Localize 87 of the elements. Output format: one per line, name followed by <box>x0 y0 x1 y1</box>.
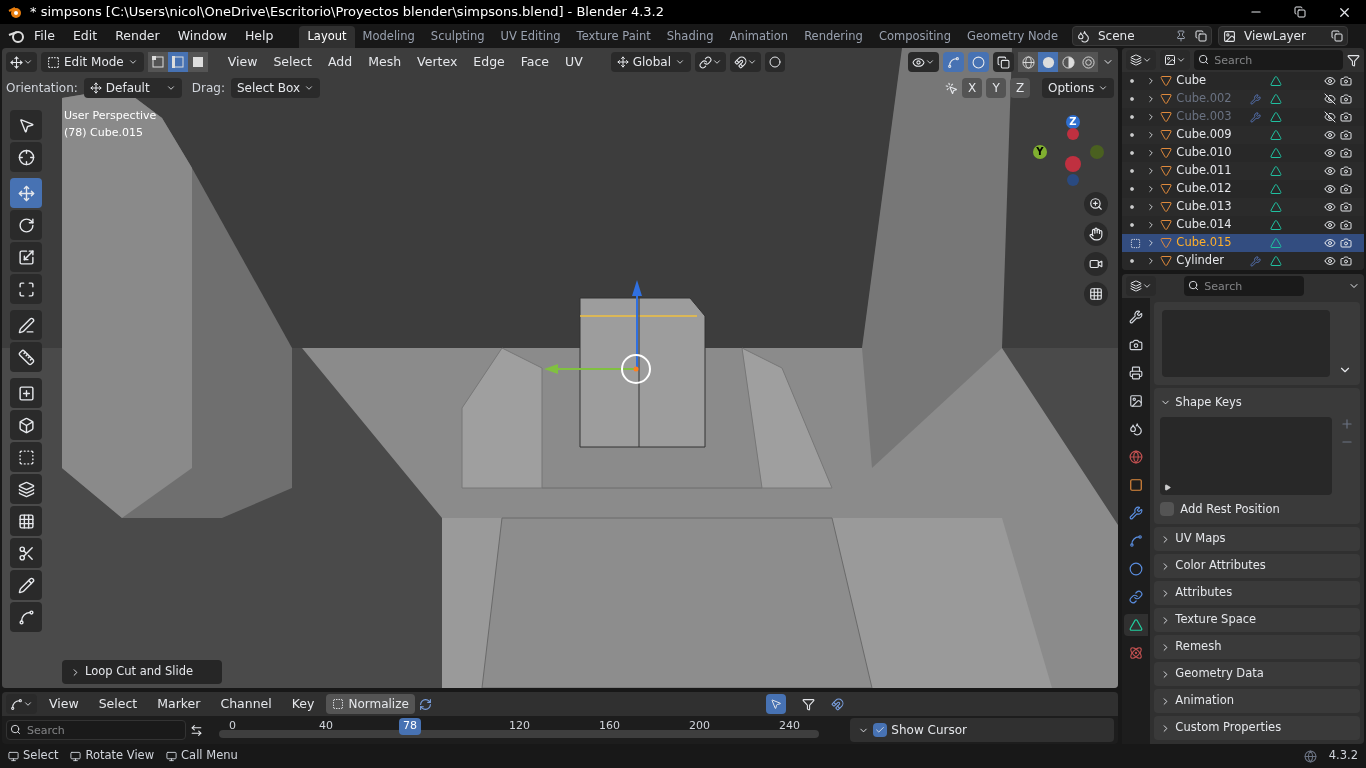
menu-item[interactable]: Edit <box>64 26 106 46</box>
object-name: Cube.011 <box>1176 162 1233 180</box>
menu-item[interactable]: File <box>26 26 63 46</box>
orientation-dropdown[interactable]: Global <box>610 52 691 72</box>
status-hint: Select <box>23 747 59 765</box>
current-frame-marker[interactable]: 78 <box>399 718 421 735</box>
scene-name: Scene <box>1097 28 1136 45</box>
workspace-tab[interactable]: Texture Paint <box>568 26 659 48</box>
status-hint: Call Menu <box>181 747 238 765</box>
panel-header[interactable]: Color Attributes <box>1154 554 1360 578</box>
frame-number: 160 <box>599 718 620 734</box>
object-name: Cube <box>1176 72 1208 90</box>
3d-viewport[interactable]: Edit Mode View Select Add Mesh Vertex Edge Face UV Global Orientation: Default Drag: Select Box X Y Z Options User Perspective (78) Cube.015 Z Y Loop Cut and Slide <box>2 48 1119 688</box>
menu-item[interactable]: Mesh <box>360 52 410 72</box>
search-field[interactable]: Search <box>1184 276 1305 296</box>
object-name: Cube.002 <box>1176 90 1233 108</box>
status-hint: Rotate View <box>85 747 155 765</box>
workspace-tab[interactable]: Animation <box>721 26 797 48</box>
viewport-info-text: User Perspective <box>64 108 157 124</box>
panel-header[interactable]: Animation <box>1154 689 1360 713</box>
workspace-tab[interactable]: Compositing <box>870 26 959 48</box>
workspace-tab[interactable]: UV Editing <box>492 26 569 48</box>
drag-dropdown[interactable]: Select Box <box>231 78 321 98</box>
workspace-tab[interactable]: Modeling <box>354 26 423 48</box>
panel-header[interactable]: Texture Space <box>1154 608 1360 632</box>
menu-item[interactable]: Vertex <box>409 52 466 72</box>
frame-number: 120 <box>509 718 530 734</box>
scene-selector[interactable]: Scene <box>1072 26 1212 46</box>
axis-toggle[interactable]: Y <box>986 78 1007 98</box>
options-dropdown[interactable]: Options <box>1042 78 1115 98</box>
frame-number: 200 <box>689 718 710 734</box>
menu-item[interactable]: Help <box>236 26 282 46</box>
show-cursor-label: Show Cursor <box>891 722 967 739</box>
menu-item[interactable]: Window <box>169 26 235 46</box>
view-layer-selector[interactable]: ViewLayer <box>1218 26 1348 46</box>
view-layer-name: ViewLayer <box>1243 28 1307 45</box>
frame-number: 0 <box>229 718 236 734</box>
frame-number: 40 <box>319 718 333 734</box>
axis-label: Z <box>1069 115 1077 129</box>
menu-item[interactable]: View <box>219 52 266 72</box>
orientation-label: Orientation: <box>6 80 78 97</box>
axis-label: Y <box>1036 145 1044 159</box>
object-name: Cube.014 <box>1176 216 1233 234</box>
frame-number: 240 <box>779 718 800 734</box>
menu-item[interactable]: Render <box>107 26 168 46</box>
outliner-row[interactable]: Cube.015 <box>1122 234 1364 252</box>
menu-item[interactable]: Select <box>90 694 146 714</box>
panel-header[interactable]: UV Maps <box>1154 527 1360 551</box>
panel-header[interactable]: Remesh <box>1154 635 1360 659</box>
workspace-tab[interactable]: Rendering <box>796 26 871 48</box>
last-operator-panel[interactable]: Loop Cut and Slide <box>62 660 222 684</box>
menu-item[interactable]: Edge <box>465 52 513 72</box>
object-name: Cube.015 <box>1176 234 1233 252</box>
panel-header[interactable]: Geometry Data <box>1154 662 1360 686</box>
checkbox-label: Add Rest Position <box>1180 500 1280 518</box>
workspace-tab[interactable]: Shading <box>658 26 722 48</box>
object-name: Cube.012 <box>1176 180 1233 198</box>
object-name: Cube.013 <box>1176 198 1233 216</box>
viewport-info-text: (78) Cube.015 <box>64 124 144 141</box>
search-field[interactable]: Search <box>6 720 186 740</box>
panel-header[interactable]: Custom Properties <box>1154 716 1360 740</box>
mode-dropdown[interactable]: Edit Mode <box>41 52 144 72</box>
menu-item[interactable]: Select <box>265 52 320 72</box>
object-name: Cube.010 <box>1176 144 1233 162</box>
menu-item[interactable]: Marker <box>149 694 209 714</box>
menu-item[interactable]: Key <box>283 694 323 714</box>
menu-item[interactable]: Channel <box>212 694 280 714</box>
workspace-tab[interactable]: Geometry Node <box>958 26 1066 48</box>
axis-toggle[interactable]: Z <box>1010 78 1031 98</box>
object-name: Cube.003 <box>1176 108 1233 126</box>
object-name: Cylinder <box>1176 252 1225 270</box>
drag-label: Drag: <box>191 80 225 97</box>
panel-header[interactable]: Shape Keys <box>1160 393 1354 411</box>
menu-item[interactable]: Face <box>512 52 558 72</box>
menu-item[interactable]: Add <box>320 52 361 72</box>
window-title: * simpsons [C:\Users\nicol\OneDrive\Escritorio\Proyectos blender\simpsons.blend] - Blender 4.3.2 <box>30 3 664 22</box>
menu-item[interactable]: View <box>41 694 87 714</box>
workspace-tab[interactable]: Layout <box>299 26 355 48</box>
normalize-toggle[interactable]: Normalize <box>326 694 415 714</box>
version-label: 4.3.2 <box>1328 747 1358 765</box>
menu-item[interactable]: UV <box>557 52 591 72</box>
object-name: Cube.009 <box>1176 126 1233 144</box>
orientation-dropdown[interactable]: Default <box>83 78 182 98</box>
panel-header[interactable]: Attributes <box>1154 581 1360 605</box>
workspace-tab[interactable]: Sculpting <box>422 26 493 48</box>
search-field[interactable]: Search <box>1194 50 1343 70</box>
axis-toggle[interactable]: X <box>962 78 983 98</box>
